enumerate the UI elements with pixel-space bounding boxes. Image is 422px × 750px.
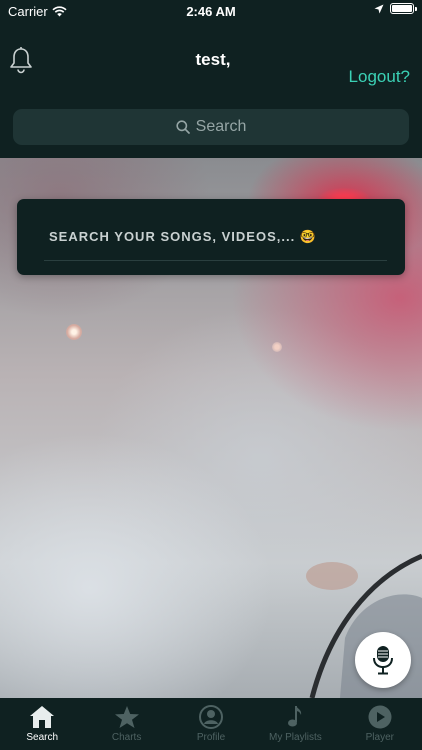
status-time: 2:46 AM xyxy=(186,4,236,19)
tab-search-label: Search xyxy=(26,732,59,743)
tab-player[interactable]: Player xyxy=(338,698,422,750)
search-icon xyxy=(176,120,190,134)
search-placeholder: Search xyxy=(195,118,247,135)
tab-player-label: Player xyxy=(365,732,394,743)
person-icon xyxy=(199,705,224,729)
status-bar: Carrier 2:46 AM xyxy=(0,0,422,22)
background-image: SEARCH YOUR SONGS, VIDEOS,... 🤓 xyxy=(0,158,422,698)
home-icon xyxy=(30,706,55,728)
tab-bar: Search Charts Profile My Playlists Playe… xyxy=(0,698,422,750)
music-note-icon xyxy=(288,706,302,727)
logout-link[interactable]: Logout? xyxy=(349,67,410,87)
location-arrow-icon xyxy=(374,4,384,13)
tab-search[interactable]: Search xyxy=(0,698,84,750)
tab-charts[interactable]: Charts xyxy=(84,698,168,750)
tab-charts-label: Charts xyxy=(111,732,142,743)
divider xyxy=(44,260,387,261)
play-icon xyxy=(368,705,392,729)
microphone-icon xyxy=(373,646,393,675)
star-icon xyxy=(114,706,139,728)
tab-my-playlists-label: My Playlists xyxy=(269,732,322,743)
search-prompt-card: SEARCH YOUR SONGS, VIDEOS,... 🤓 xyxy=(17,199,405,275)
search-input[interactable]: Search xyxy=(13,109,409,145)
tab-profile[interactable]: Profile xyxy=(169,698,253,750)
tab-my-playlists[interactable]: My Playlists xyxy=(253,698,337,750)
header: test, Logout? Search xyxy=(0,22,422,158)
tab-profile-label: Profile xyxy=(196,732,226,743)
battery-icon xyxy=(390,3,417,14)
search-prompt-text: SEARCH YOUR SONGS, VIDEOS,... 🤓 xyxy=(49,229,317,244)
microphone-button[interactable] xyxy=(355,632,411,688)
